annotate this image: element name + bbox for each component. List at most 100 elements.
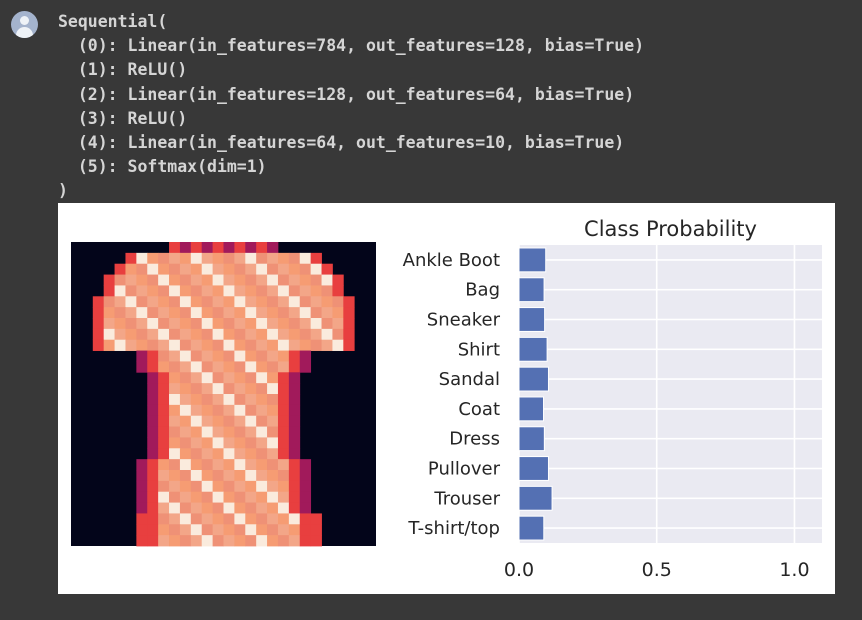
image-pixel [190,328,203,341]
image-pixel [169,459,181,471]
image-pixel [277,459,290,471]
image-pixel [169,513,181,525]
image-pixel [114,296,126,308]
image-pixel [267,480,279,493]
image-pixel [147,491,159,503]
image-pixel [179,502,192,514]
image-pixel [179,296,192,308]
image-pixel [288,350,301,362]
image-pixel [114,318,126,330]
image-pixel [288,274,301,286]
image-pixel [190,448,203,460]
image-pixel [136,252,148,265]
image-pixel [288,361,301,373]
image-pixel [201,459,213,471]
image-pixel [310,252,322,265]
image-pixel [256,307,268,319]
image-pixel [267,361,279,373]
image-pixel [201,318,213,330]
image-pixel [169,524,181,536]
image-pixel [288,383,301,395]
image-pixel [245,404,257,417]
image-pixel [201,470,213,482]
image-pixel [147,437,159,449]
image-pixel [212,480,224,493]
image-pixel [267,242,279,254]
image-pixel [158,361,170,373]
figure-canvas: T-shirt/top Trouser Pullover Dress Coat Sanda… [71,217,822,581]
image-pixel [179,426,192,438]
image-pixel [234,426,246,438]
image-pixel [223,383,235,395]
image-pixel [190,404,203,417]
image-pixel [136,274,148,286]
image-pixel [179,394,192,406]
image-pixel [147,535,159,547]
image-pixel [288,513,301,525]
image-pixel [267,426,279,438]
image-pixel [201,372,213,384]
image-pixel [169,318,181,330]
image-pixel [212,274,224,286]
image-pixel [158,394,170,406]
image-pixel [212,318,224,330]
image-pixel [147,285,159,297]
image-pixel [288,404,301,417]
image-pixel [212,470,224,482]
image-pixel [190,502,203,514]
image-pixel [212,513,224,525]
image-pixel [158,524,170,536]
image-pixel [245,394,257,406]
image-pixel [277,285,290,297]
image-pixel [136,307,148,319]
image-pixel [256,480,268,493]
image-pixel [201,394,213,406]
image-pixel [114,339,126,351]
image-pixel [147,350,159,362]
image-pixel [169,307,181,319]
image-pixel [158,437,170,449]
image-pixel [190,263,203,275]
image-pixel [223,242,235,254]
category-label: Pullover [428,459,501,480]
image-pixel [245,535,257,547]
image-pixel [114,328,126,341]
image-pixel [201,524,213,536]
image-pixel [158,415,170,427]
image-pixel [201,274,213,286]
image-pixel [212,437,224,449]
image-pixel [267,263,279,275]
image-pixel [125,263,137,275]
image-pixel [169,480,181,493]
image-pixel [256,502,268,514]
image-pixel [277,415,290,427]
image-pixel [92,296,105,308]
image-pixel [190,480,203,493]
image-pixel [201,252,213,265]
category-label: Dress [449,429,500,450]
image-pixel [201,350,213,362]
image-pixel [92,307,105,319]
image-pixel [179,285,192,297]
image-pixel [179,263,192,275]
image-pixel [256,274,268,286]
image-pixel [288,491,301,503]
image-pixel [179,470,192,482]
image-pixel [190,383,203,395]
category-label: Bag [465,280,500,301]
image-pixel [299,307,312,319]
image-pixel [288,480,301,493]
image-pixel [267,448,279,460]
image-pixel [103,296,115,308]
bar [518,456,549,481]
image-pixel [288,470,301,482]
image-pixel [147,470,159,482]
image-pixel [147,524,159,536]
image-pixel [125,296,137,308]
image-pixel [223,470,235,482]
image-pixel [147,339,159,351]
image-pixel [190,491,203,503]
code-line: (0): Linear(in_features=784, out_feature… [58,36,645,56]
image-pixel [321,318,333,330]
image-pixel [299,524,312,536]
